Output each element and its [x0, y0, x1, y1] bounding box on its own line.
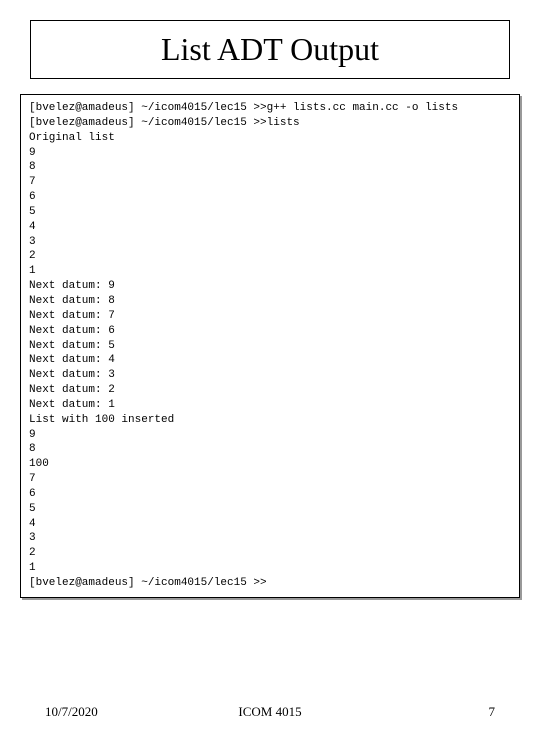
- page-title: List ADT Output: [161, 31, 379, 67]
- footer-date: 10/7/2020: [45, 704, 98, 720]
- title-box: List ADT Output: [30, 20, 510, 79]
- terminal-output-box: [bvelez@amadeus] ~/icom4015/lec15 >>g++ …: [20, 94, 520, 598]
- terminal-output: [bvelez@amadeus] ~/icom4015/lec15 >>g++ …: [29, 101, 511, 591]
- footer: 10/7/2020 ICOM 4015 7: [0, 704, 540, 720]
- footer-course: ICOM 4015: [238, 704, 301, 720]
- footer-page: 7: [489, 704, 496, 720]
